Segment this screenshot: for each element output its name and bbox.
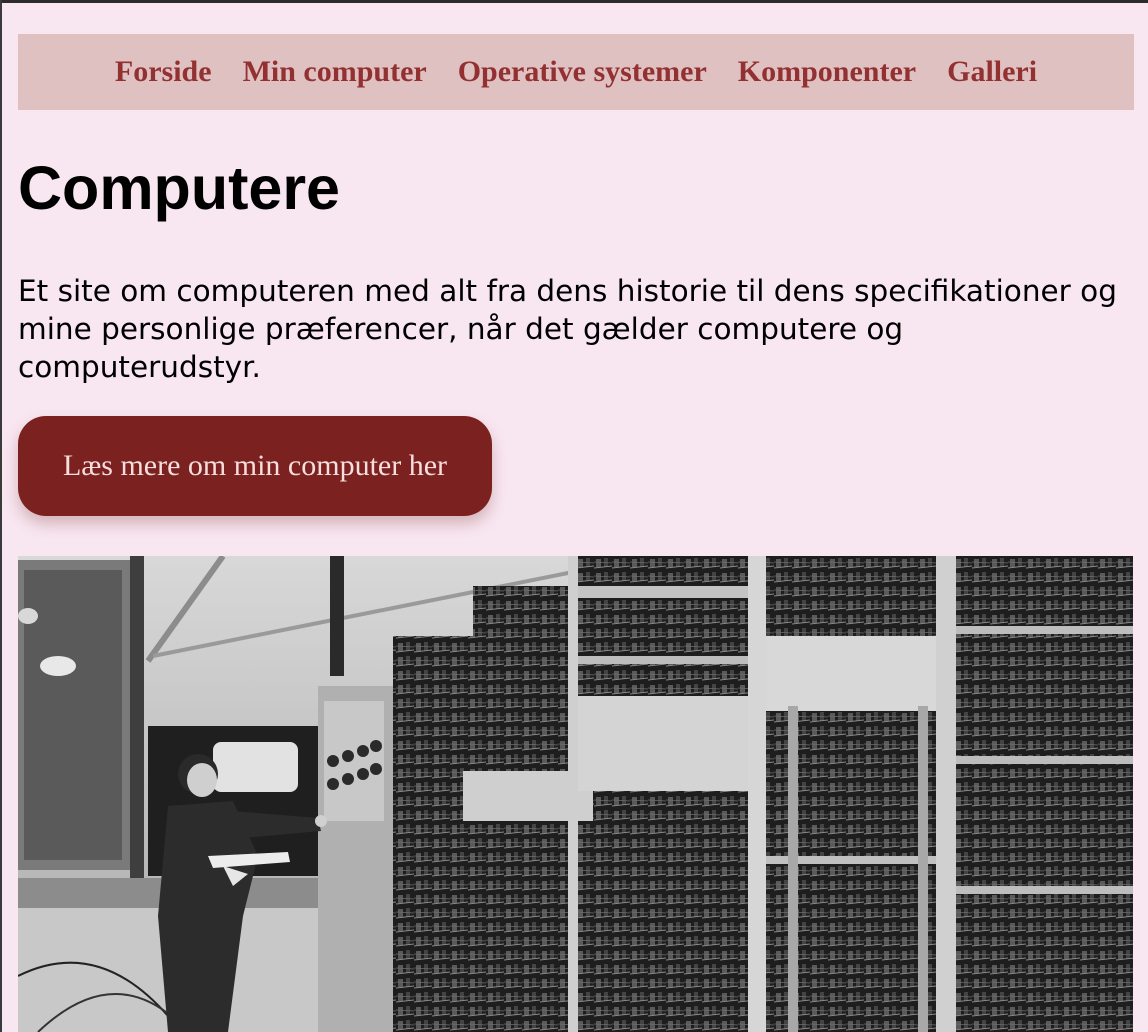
window-top-edge	[0, 0, 1148, 3]
nav-link-min-computer[interactable]: Min computer	[243, 55, 427, 89]
nav-link-komponenter[interactable]: Komponenter	[738, 55, 916, 89]
main-navigation: Forside Min computer Operative systemer …	[18, 34, 1134, 110]
hero-image-vintage-computer	[18, 556, 1133, 1032]
page-title: Computere	[18, 154, 340, 222]
intro-paragraph: Et site om computeren med alt fra dens h…	[18, 274, 1117, 384]
window-left-edge	[0, 0, 2, 1032]
nav-link-galleri[interactable]: Galleri	[947, 55, 1037, 89]
nav-link-forside[interactable]: Forside	[115, 55, 212, 89]
read-more-button[interactable]: Læs mere om min computer her	[18, 416, 492, 516]
nav-link-operative-systemer[interactable]: Operative systemer	[458, 55, 707, 89]
